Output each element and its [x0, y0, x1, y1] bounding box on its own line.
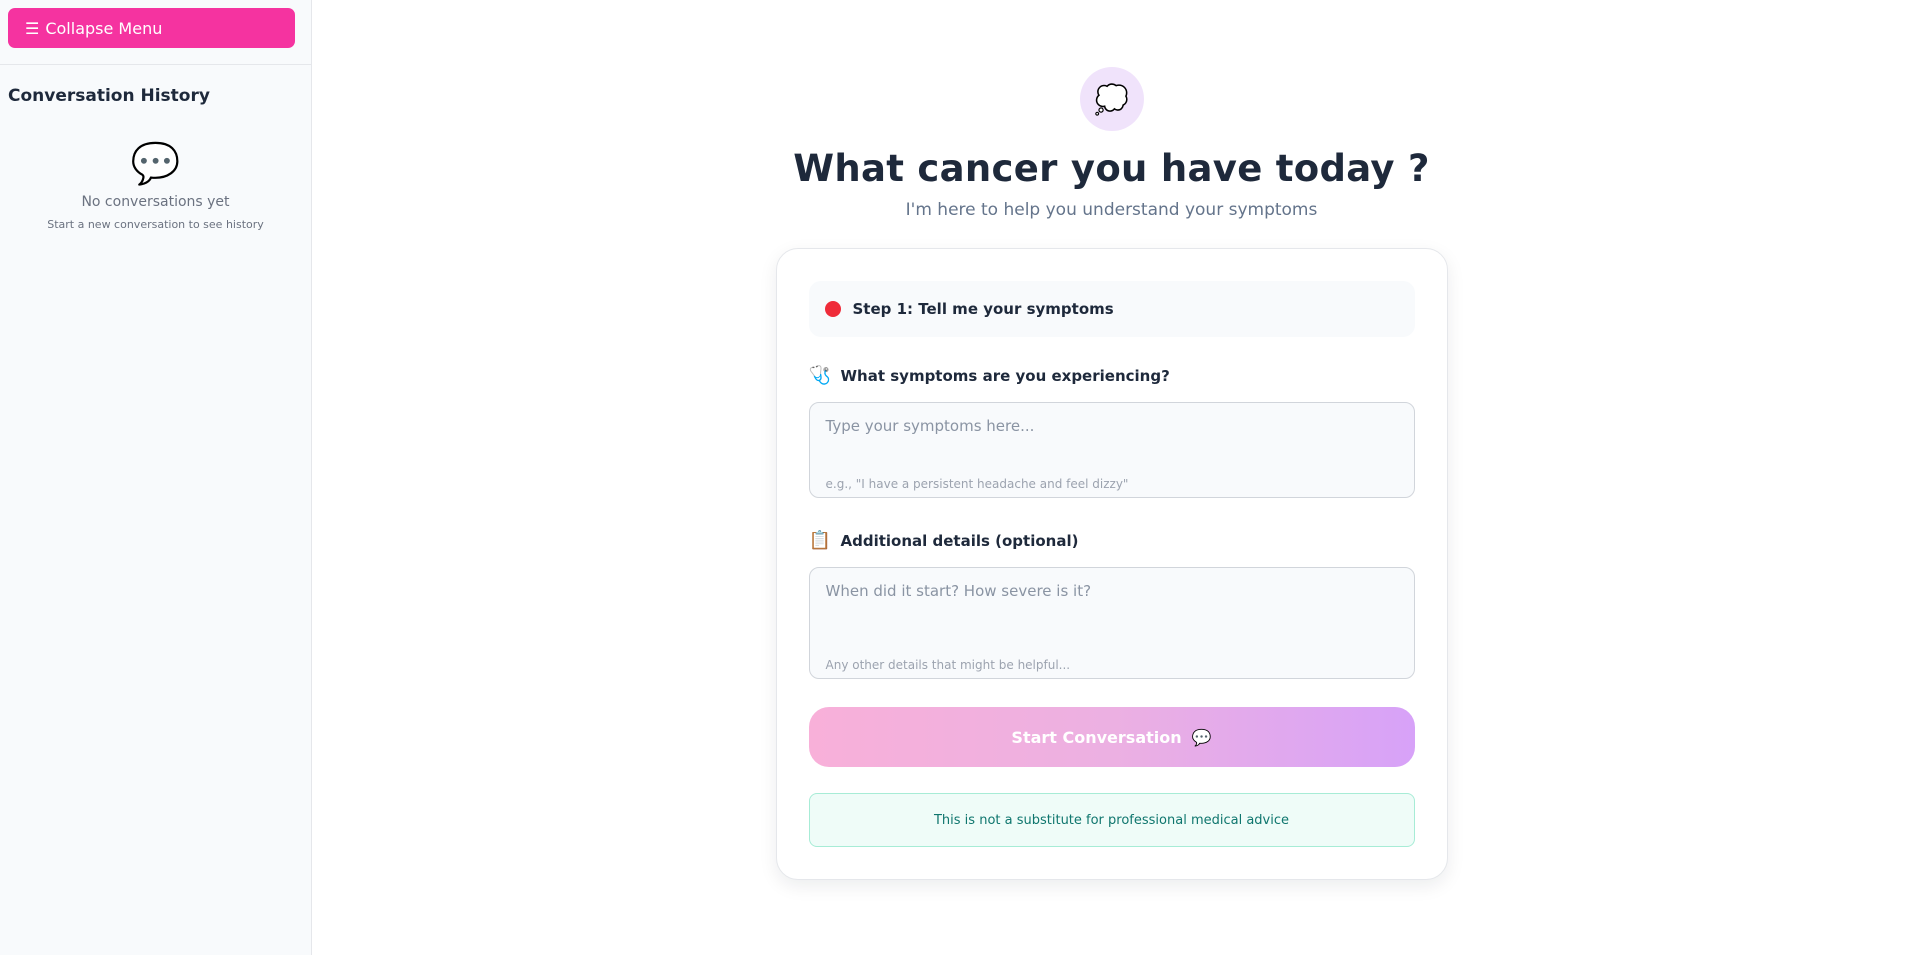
conversation-history-title: Conversation History [8, 86, 210, 106]
sidebar-header: ☰ Collapse Menu [0, 0, 311, 65]
step-indicator: Step 1: Tell me your symptoms [808, 281, 1415, 337]
page-subtitle: I'm here to help you understand your sym… [905, 200, 1318, 220]
history-empty-state: 💬 No conversations yet Start a new conve… [0, 142, 311, 231]
empty-state-subtitle: Start a new conversation to see history [47, 218, 264, 231]
symptoms-input[interactable] [809, 403, 1414, 463]
details-hint: Any other details that might be helpful.… [825, 658, 1071, 672]
step-status-dot [824, 301, 841, 317]
app-root: ☰ Collapse Menu Conversation History 💬 N… [0, 0, 1911, 955]
speech-bubble-icon: 💬 [130, 141, 181, 187]
details-field: Any other details that might be helpful.… [808, 567, 1415, 679]
symptoms-label: 🩺 What symptoms are you experiencing? [809, 365, 1415, 386]
collapse-menu-label: Collapse Menu [45, 18, 163, 38]
main-content: 💭 What cancer you have today ? I'm here … [312, 0, 1911, 955]
step-label: Step 1: Tell me your symptoms [852, 300, 1114, 318]
symptoms-hint: e.g., "I have a persistent headache and … [825, 477, 1129, 491]
symptoms-label-text: What symptoms are you experiencing? [840, 366, 1170, 385]
empty-state-title: No conversations yet [81, 194, 230, 210]
clipboard-icon: 📋 [808, 530, 831, 551]
hamburger-icon: ☰ [25, 18, 40, 38]
medical-disclaimer: This is not a substitute for professiona… [808, 793, 1415, 847]
details-input[interactable] [809, 568, 1414, 648]
symptoms-field: e.g., "I have a persistent headache and … [808, 402, 1415, 498]
details-label: 📋 Additional details (optional) [809, 530, 1415, 551]
start-conversation-button[interactable]: Start Conversation 💬 [808, 707, 1415, 767]
chat-icon: 💬 [1191, 727, 1212, 747]
thought-bubble-icon: 💭 [1079, 67, 1144, 131]
start-conversation-label: Start Conversation [1011, 727, 1182, 747]
symptom-form-card: Step 1: Tell me your symptoms 🩺 What sym… [775, 248, 1448, 880]
stethoscope-icon: 🩺 [808, 365, 831, 386]
page-title: What cancer you have today ? [793, 147, 1430, 190]
collapse-menu-button[interactable]: ☰ Collapse Menu [8, 8, 295, 48]
details-label-text: Additional details (optional) [840, 531, 1079, 550]
sidebar: ☰ Collapse Menu Conversation History 💬 N… [0, 0, 312, 955]
